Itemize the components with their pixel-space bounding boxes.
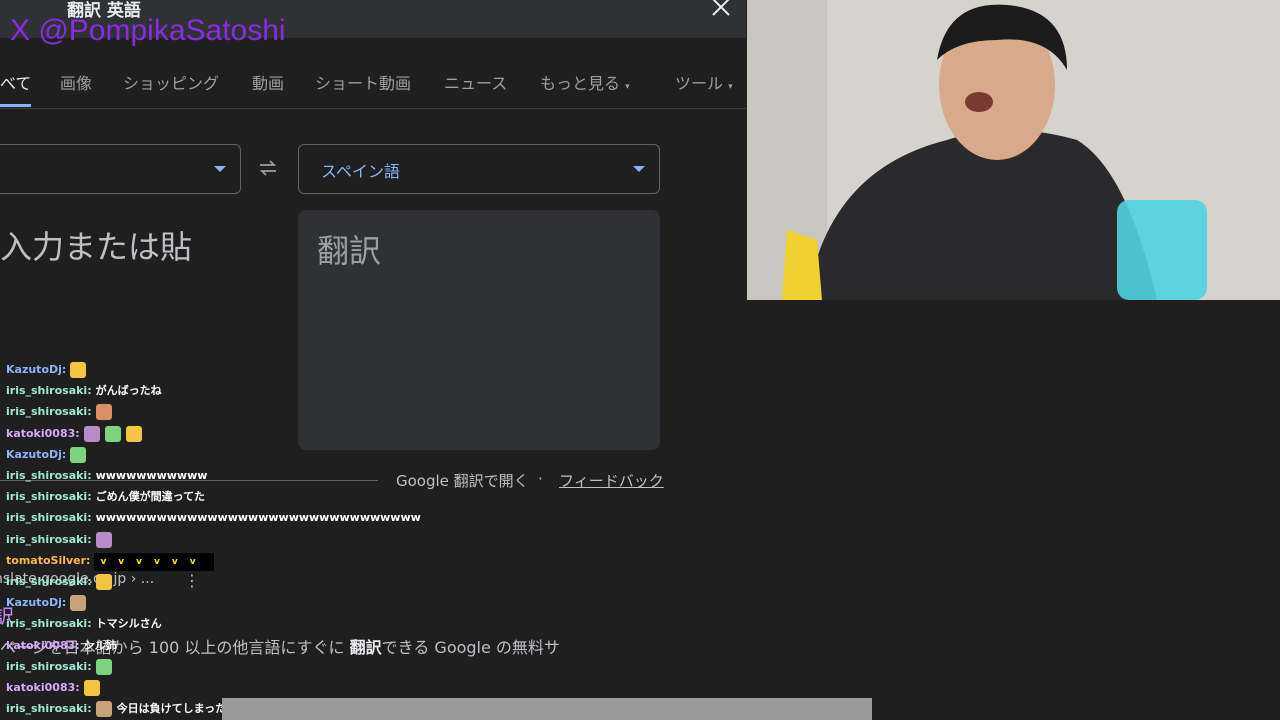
chat-message: iris_shirosaki: xyxy=(6,658,117,676)
webcam-image xyxy=(747,0,1280,300)
chat-username: iris_shirosaki: xyxy=(6,659,92,673)
source-language-select[interactable] xyxy=(0,144,241,194)
chat-text: ごめん僕が間違ってた xyxy=(95,490,206,504)
chat-text: がんばったね xyxy=(95,384,162,398)
chat-username: iris_shirosaki: xyxy=(6,511,92,525)
chat-message: iris_shirosaki: がんばったね xyxy=(6,382,162,400)
chat-username: KazutoDj: xyxy=(6,363,67,376)
tab-more-label: もっと見る xyxy=(540,74,621,93)
dropdown-arrow-icon xyxy=(633,166,645,172)
emote-icon xyxy=(70,362,87,378)
feedback-link[interactable]: フィードバック xyxy=(559,470,664,491)
source-text-input[interactable]: 入力または貼 xyxy=(0,222,192,268)
chat-username: katoki0083: xyxy=(6,681,80,694)
emote-icon xyxy=(83,425,100,442)
tab-videos[interactable]: 動画 xyxy=(252,70,284,94)
chat-username: iris_shirosaki: xyxy=(6,702,92,716)
chat-message: iris_shirosaki: wwwwwwwwwww xyxy=(6,467,207,485)
close-icon[interactable] xyxy=(708,0,734,22)
empty-panel xyxy=(747,300,1280,720)
chevron-down-icon: ▾ xyxy=(728,82,733,92)
dropdown-arrow-icon xyxy=(214,166,226,172)
separator-dot: · xyxy=(538,470,543,488)
tab-short-videos[interactable]: ショート動画 xyxy=(315,70,411,94)
chat-text: トマシルさん xyxy=(95,617,162,631)
emote-icon xyxy=(125,425,142,442)
chat-text: wwwwwwwwwwwwwwwwwwwwwwwwwwwwwwww xyxy=(95,511,421,525)
chat-message: KazutoDj: xyxy=(6,361,91,379)
emote-icon xyxy=(104,425,121,442)
bottom-bar xyxy=(222,698,872,720)
chat-text: シル姉 xyxy=(83,638,117,652)
chat-message: tomatoSilver: vvvvvv xyxy=(6,552,214,571)
emote-icon xyxy=(95,531,112,548)
tab-shopping[interactable]: ショッピング xyxy=(123,70,219,94)
chat-message: iris_shirosaki: xyxy=(6,403,117,421)
emote-icon xyxy=(83,680,100,696)
tab-tools-label: ツール xyxy=(675,74,724,93)
chat-message: katoki0083: xyxy=(6,679,105,697)
chat-message: iris_shirosaki: ごめん僕が間違ってた xyxy=(6,488,205,506)
chat-text: vvvvvv xyxy=(94,552,214,571)
chat-username: iris_shirosaki: xyxy=(6,617,92,631)
emote-icon xyxy=(95,404,112,421)
emote-icon xyxy=(95,701,112,718)
target-language-select[interactable]: スペイン語 xyxy=(298,144,660,194)
swap-languages-icon[interactable] xyxy=(258,158,278,178)
chat-message: iris_shirosaki: xyxy=(6,573,117,591)
chat-message: iris_shirosaki: トマシルさん xyxy=(6,615,162,633)
target-language-label: スペイン語 xyxy=(321,162,400,181)
emote-icon xyxy=(70,595,87,612)
chat-username: iris_shirosaki: xyxy=(6,490,92,504)
chat-username: katoki0083: xyxy=(6,638,80,652)
chat-username: tomatoSilver: xyxy=(6,553,91,567)
chat-message: katoki0083: xyxy=(6,425,147,443)
tab-more[interactable]: もっと見る ▾ xyxy=(540,70,630,94)
chat-message: KazutoDj: xyxy=(6,594,91,612)
chat-username: iris_shirosaki: xyxy=(6,469,92,482)
emote-icon xyxy=(70,446,87,463)
tab-images[interactable]: 画像 xyxy=(60,70,92,94)
chat-overlay: KazutoDj: iris_shirosaki: がんばったね iris_shiro… xyxy=(0,358,440,720)
chat-username: katoki0083: xyxy=(6,426,80,440)
chat-username: KazutoDj: xyxy=(6,596,67,610)
chat-text: wwwwwwwwwww xyxy=(95,469,208,482)
chat-username: iris_shirosaki: xyxy=(6,405,92,419)
chat-username: iris_shirosaki: xyxy=(6,532,92,546)
chat-message: katoki0083: シル姉 xyxy=(6,637,117,655)
chat-message: iris_shirosaki: xyxy=(6,531,117,549)
chat-username: KazutoDj: xyxy=(6,447,67,461)
tab-all[interactable]: べて xyxy=(0,70,31,94)
search-tabs: べて 画像 ショッピング 動画 ショート動画 ニュース もっと見る ▾ ツール … xyxy=(0,60,746,109)
emote-icon xyxy=(95,658,112,675)
tab-tools[interactable]: ツール ▾ xyxy=(675,70,733,94)
chat-message: iris_shirosaki: wwwwwwwwwwwwwwwwwwwwwwwww… xyxy=(6,509,421,527)
chat-message: KazutoDj: xyxy=(6,446,91,464)
webcam-feed xyxy=(747,0,1280,300)
watermark: X @PompikaSatoshi xyxy=(10,14,286,47)
chat-username: iris_shirosaki: xyxy=(6,384,92,398)
translation-placeholder: 翻訳 xyxy=(317,232,382,270)
chevron-down-icon: ▾ xyxy=(625,82,630,92)
chat-username: iris_shirosaki: xyxy=(6,575,92,588)
tab-news[interactable]: ニュース xyxy=(444,70,507,94)
emote-icon xyxy=(95,574,112,590)
active-tab-indicator xyxy=(0,104,31,107)
